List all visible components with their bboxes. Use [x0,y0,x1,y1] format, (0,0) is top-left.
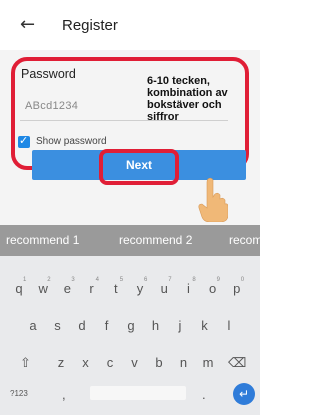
key-i[interactable]: i [180,281,196,296]
back-arrow-icon[interactable]: ← [20,14,35,35]
key-b[interactable]: b [151,355,167,370]
key-e[interactable]: e [59,281,75,296]
key-s[interactable]: s [50,318,66,333]
page-title: Register [62,17,118,34]
key-w[interactable]: w [35,281,51,296]
key-u[interactable]: u [156,281,172,296]
symbols-key[interactable]: ?123 [10,389,28,398]
key-j[interactable]: j [172,318,188,333]
key-x[interactable]: x [78,355,94,370]
suggestion-item[interactable]: recom [229,225,260,256]
key-number-hint: 2 [47,277,51,283]
key-h[interactable]: h [148,318,164,333]
key-c[interactable]: c [102,355,118,370]
next-button-highlight [99,149,179,185]
key-number-hint: 8 [192,277,196,283]
app-header: ← Register [0,0,260,50]
comma-key[interactable]: , [62,387,66,402]
key-g[interactable]: g [123,318,139,333]
key-number-hint: 1 [23,277,27,283]
key-q[interactable]: q [11,281,27,296]
key-a[interactable]: a [25,318,41,333]
key-f[interactable]: f [99,318,115,333]
password-hint-text: 6-10 tecken, kombination av bokstäver oc… [147,75,228,123]
key-l[interactable]: l [221,318,237,333]
key-y[interactable]: y [132,281,148,296]
key-number-hint: 7 [168,277,172,283]
period-key[interactable]: . [202,387,206,402]
key-v[interactable]: v [127,355,143,370]
key-number-hint: 5 [119,277,124,283]
key-n[interactable]: n [176,355,192,370]
key-r[interactable]: r [84,281,100,296]
suggestion-bar: recommend 1 recommend 2 recom [0,225,260,256]
suggestion-item[interactable]: recommend 2 [119,225,192,256]
tap-hand-icon [198,177,228,222]
key-z[interactable]: z [53,355,69,370]
key-number-hint: 3 [71,277,75,283]
shift-key-icon[interactable]: ⇧ [20,355,31,371]
space-key[interactable] [90,386,186,400]
key-number-hint: 4 [95,277,99,283]
delete-key-icon[interactable]: ⌫ [228,355,246,371]
key-number-hint: 9 [216,277,220,283]
suggestion-item[interactable]: recommend 1 [6,225,79,256]
key-k[interactable]: k [197,318,213,333]
key-p[interactable]: p [229,281,245,296]
key-m[interactable]: m [200,355,216,370]
enter-key-icon[interactable]: ↵ [233,383,255,405]
key-number-hint: 0 [240,277,245,283]
key-t[interactable]: t [108,281,124,296]
key-d[interactable]: d [74,318,90,333]
key-number-hint: 6 [144,277,148,283]
key-o[interactable]: o [205,281,221,296]
